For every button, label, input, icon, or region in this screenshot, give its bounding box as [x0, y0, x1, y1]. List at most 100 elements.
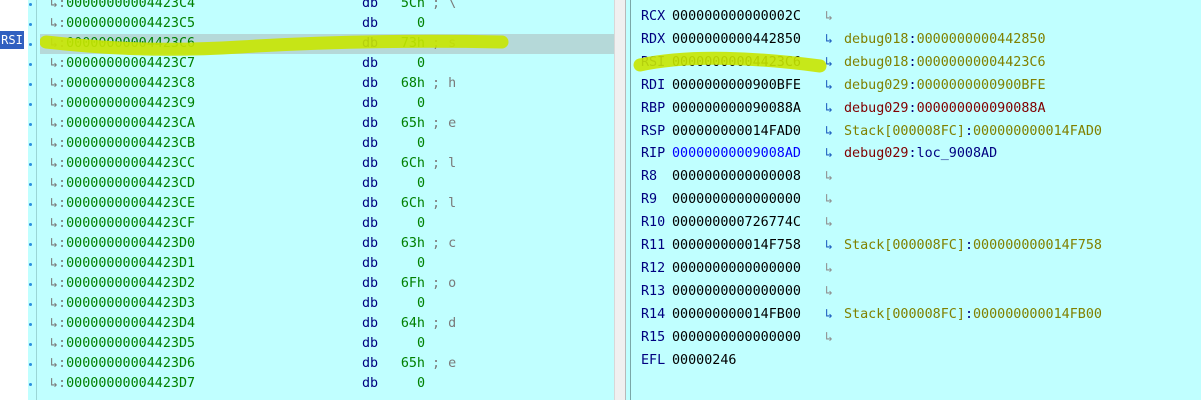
breakpoint-dot[interactable]	[29, 343, 32, 346]
register-row-rdx[interactable]: RDX 0000000000442850 ↳ debug018:00000000004…	[641, 30, 1191, 50]
register-value[interactable]: 0000000000000000	[672, 190, 801, 210]
jump-arrow-icon[interactable]: ↳	[822, 144, 836, 164]
breakpoint-dot[interactable]	[29, 143, 32, 146]
jump-arrow-icon[interactable]: ↳	[822, 282, 836, 302]
operand-value[interactable]: 5Ch	[397, 0, 425, 14]
operand-value[interactable]: 68h	[397, 74, 425, 94]
address-cell[interactable]: ↳:00000000004423D6	[50, 354, 195, 374]
breakpoint-dot[interactable]	[29, 323, 32, 326]
register-value[interactable]: 000000000014FAD0	[672, 122, 801, 142]
disasm-row[interactable]: ↳:00000000004423CD db 0	[40, 174, 614, 194]
address-cell[interactable]: ↳:00000000004423CC	[50, 154, 195, 174]
register-value[interactable]: 0000000000000000	[672, 282, 801, 302]
disasm-row[interactable]: ↳:00000000004423D2 db 6Fh ; o	[40, 274, 614, 294]
disasm-row-current[interactable]: ↳:00000000004423C6 db 73h ; s	[40, 34, 614, 54]
disasm-row[interactable]: ↳:00000000004423CA db 65h ; e	[40, 114, 614, 134]
register-value[interactable]: 000000000000002C	[672, 7, 801, 27]
breakpoint-dot[interactable]	[29, 203, 32, 206]
disasm-row[interactable]: ↳:00000000004423D1 db 0	[40, 254, 614, 274]
register-row-rcx[interactable]: RCX 000000000000002C ↳	[641, 7, 1191, 27]
breakpoint-dot[interactable]	[29, 3, 32, 6]
disasm-row[interactable]: ↳:00000000004423C8 db 68h ; h	[40, 74, 614, 94]
register-row-r9[interactable]: R9 0000000000000000 ↳	[641, 190, 1191, 210]
breakpoint-dot[interactable]	[29, 243, 32, 246]
operand-value[interactable]: 0	[397, 294, 425, 314]
operand-value[interactable]: 73h	[397, 34, 425, 54]
address-cell[interactable]: ↳:00000000004423CD	[50, 174, 195, 194]
disasm-row[interactable]: ↳:00000000004423C5 db 0	[40, 14, 614, 34]
operand-value[interactable]: 0	[397, 94, 425, 114]
jump-arrow-icon[interactable]: ↳	[822, 53, 836, 73]
breakpoint-dot[interactable]	[29, 103, 32, 106]
jump-arrow-icon[interactable]: ↳	[822, 190, 836, 210]
jump-arrow-icon[interactable]: ↳	[822, 7, 836, 27]
jump-arrow-icon[interactable]: ↳	[822, 328, 836, 348]
register-row-r15[interactable]: R15 0000000000000000 ↳	[641, 328, 1191, 348]
rsi-register-marker[interactable]: RSI	[0, 31, 24, 49]
address-cell[interactable]: ↳:00000000004423D0	[50, 234, 195, 254]
jump-arrow-icon[interactable]: ↳	[822, 236, 836, 256]
register-reference[interactable]: debug018:0000000000442850	[844, 30, 1046, 50]
operand-value[interactable]: 0	[397, 134, 425, 154]
disasm-row[interactable]: ↳:00000000004423C4 db 5Ch ; \	[40, 0, 614, 14]
address-cell[interactable]: ↳:00000000004423D5	[50, 334, 195, 354]
disasm-row[interactable]: ↳:00000000004423D4 db 64h ; d	[40, 314, 614, 334]
register-reference[interactable]: debug029:000000000090088A	[844, 99, 1046, 119]
disasm-row[interactable]: ↳:00000000004423CF db 0	[40, 214, 614, 234]
register-row-rip[interactable]: RIP 00000000009008AD ↳ debug029:loc_9008AD	[641, 144, 1191, 164]
address-cell[interactable]: ↳:00000000004423C8	[50, 74, 195, 94]
disasm-row[interactable]: ↳:00000000004423CC db 6Ch ; l	[40, 154, 614, 174]
breakpoint-dot[interactable]	[29, 283, 32, 286]
jump-arrow-icon[interactable]: ↳	[822, 213, 836, 233]
breakpoint-dot[interactable]	[29, 363, 32, 366]
address-cell[interactable]: ↳:00000000004423D3	[50, 294, 195, 314]
operand-value[interactable]: 63h	[397, 234, 425, 254]
jump-arrow-icon[interactable]: ↳	[822, 76, 836, 96]
address-cell[interactable]: ↳:00000000004423D7	[50, 374, 195, 394]
register-row-r14[interactable]: R14 000000000014FB00 ↳ Stack[000008FC]:0000…	[641, 305, 1191, 325]
jump-arrow-icon[interactable]: ↳	[822, 30, 836, 50]
register-row-efl[interactable]: EFL 00000246	[641, 351, 1191, 371]
operand-value[interactable]: 65h	[397, 354, 425, 374]
disasm-row[interactable]: ↳:00000000004423D5 db 0	[40, 334, 614, 354]
address-cell[interactable]: ↳:00000000004423CF	[50, 214, 195, 234]
disasm-row[interactable]: ↳:00000000004423CE db 6Ch ; l	[40, 194, 614, 214]
disasm-row[interactable]: ↳:00000000004423D6 db 65h ; e	[40, 354, 614, 374]
register-value[interactable]: 00000000004423C6	[672, 53, 801, 73]
breakpoint-dot[interactable]	[29, 303, 32, 306]
breakpoint-dot[interactable]	[29, 183, 32, 186]
address-cell[interactable]: ↳:00000000004423D1	[50, 254, 195, 274]
jump-arrow-icon[interactable]: ↳	[822, 167, 836, 187]
register-value[interactable]: 00000000009008AD	[672, 144, 801, 164]
register-row-r10[interactable]: R10 000000000726774C ↳	[641, 213, 1191, 233]
address-cell[interactable]: ↳:00000000004423C4	[50, 0, 195, 14]
operand-value[interactable]: 6Ch	[397, 194, 425, 214]
address-cell[interactable]: ↳:00000000004423CB	[50, 134, 195, 154]
operand-value[interactable]: 0	[397, 214, 425, 234]
register-value[interactable]: 000000000090088A	[672, 99, 801, 119]
disasm-row[interactable]: ↳:00000000004423C9 db 0	[40, 94, 614, 114]
pane-splitter[interactable]	[614, 0, 626, 400]
register-value[interactable]: 000000000014F758	[672, 236, 801, 256]
operand-value[interactable]: 0	[397, 174, 425, 194]
general-registers-view[interactable]: RCX 000000000000002C ↳ RDX 0000000000442850 ↳…	[631, 0, 1201, 400]
disasm-row[interactable]: ↳:00000000004423D7 db 0	[40, 374, 614, 394]
register-reference[interactable]: debug018:00000000004423C6	[844, 53, 1046, 73]
register-value[interactable]: 00000246	[672, 351, 737, 371]
register-value[interactable]: 000000000014FB00	[672, 305, 801, 325]
operand-value[interactable]: 0	[397, 254, 425, 274]
operand-value[interactable]: 0	[397, 334, 425, 354]
operand-value[interactable]: 0	[397, 374, 425, 394]
operand-value[interactable]: 64h	[397, 314, 425, 334]
register-value[interactable]: 000000000726774C	[672, 213, 801, 233]
address-cell[interactable]: ↳:00000000004423C5	[50, 14, 195, 34]
register-value[interactable]: 0000000000900BFE	[672, 76, 801, 96]
register-reference[interactable]: debug029:loc_9008AD	[844, 144, 997, 164]
address-cell[interactable]: ↳:00000000004423C7	[50, 54, 195, 74]
jump-arrow-icon[interactable]: ↳	[822, 305, 836, 325]
register-value[interactable]: 0000000000000000	[672, 259, 801, 279]
disasm-row[interactable]: ↳:00000000004423D3 db 0	[40, 294, 614, 314]
jump-arrow-icon[interactable]: ↳	[822, 99, 836, 119]
register-row-rsp[interactable]: RSP 000000000014FAD0 ↳ Stack[000008FC]:0000…	[641, 122, 1191, 142]
breakpoint-dot[interactable]	[29, 23, 32, 26]
